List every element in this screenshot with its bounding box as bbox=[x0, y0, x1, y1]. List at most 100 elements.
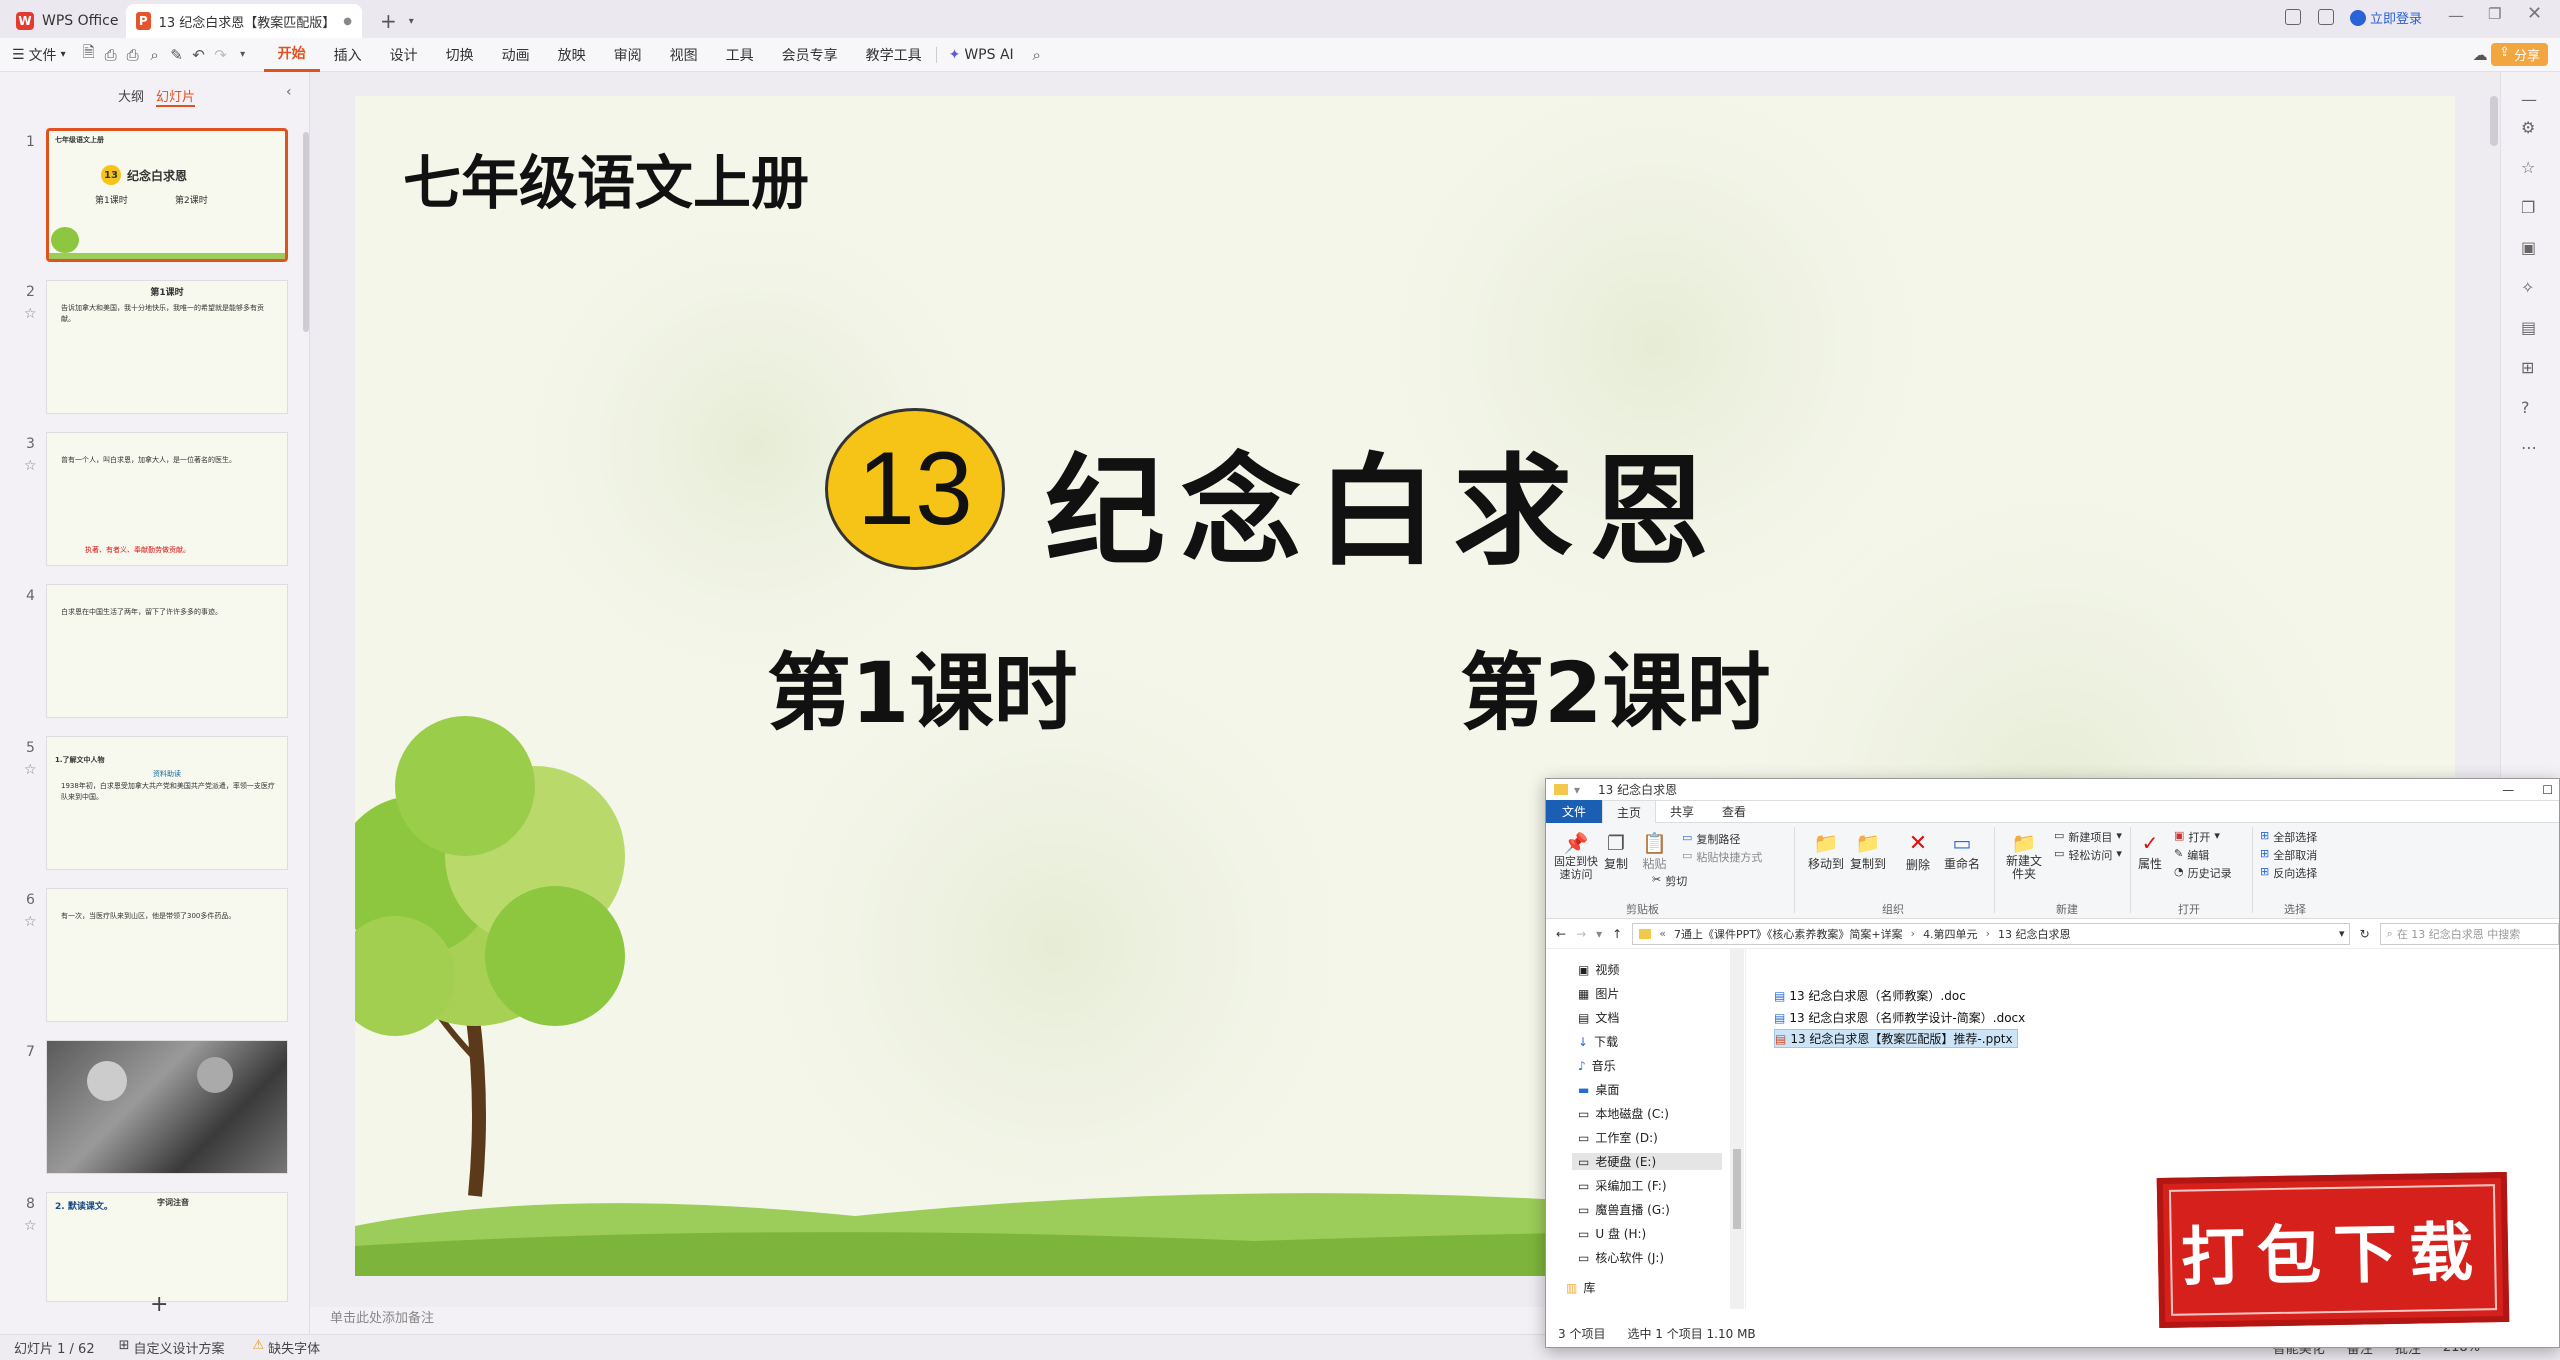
cut-button[interactable]: ✂ 剪切 bbox=[1652, 873, 1687, 889]
missing-font-button[interactable]: ⚠ 缺失字体 bbox=[253, 1338, 321, 1357]
star-icon[interactable]: ☆ bbox=[24, 762, 37, 778]
search-icon[interactable]: ⌕ bbox=[1026, 44, 1048, 66]
undo-icon[interactable]: ↶ bbox=[188, 44, 210, 66]
add-slide-button[interactable]: + bbox=[150, 1292, 168, 1317]
design-scheme-button[interactable]: ⊞ 自定义设计方案 bbox=[119, 1338, 225, 1357]
star-icon[interactable]: ☆ bbox=[24, 306, 37, 322]
explorer-tab-view[interactable]: 查看 bbox=[1708, 800, 1760, 823]
refresh-icon[interactable]: ↻ bbox=[2360, 927, 2370, 941]
print-icon[interactable]: ⎙ bbox=[122, 44, 144, 66]
properties-button[interactable]: ✓ 属性 bbox=[2138, 831, 2162, 872]
path-segment[interactable]: 7通上《课件PPT》《核心素养教案》简案+详案 bbox=[1674, 926, 1903, 942]
tab-slideshow[interactable]: 放映 bbox=[544, 38, 600, 72]
chevron-down-icon[interactable]: ▾ bbox=[232, 44, 254, 66]
path-segment[interactable]: 4.第四单元 bbox=[1923, 926, 1978, 942]
redo-icon[interactable]: ↷ bbox=[210, 44, 232, 66]
history-button[interactable]: ◔ 历史记录 bbox=[2174, 865, 2232, 881]
nav-downloads[interactable]: ↓ 下载 bbox=[1578, 1033, 1618, 1050]
explorer-search-input[interactable]: ⌕ 在 13 纪念白求恩 中搜索 bbox=[2379, 922, 2559, 945]
nav-scroll-thumb[interactable] bbox=[1733, 1149, 1741, 1229]
edit-button[interactable]: ✎ 编辑 bbox=[2174, 847, 2209, 863]
file-menu[interactable]: ☰ 文件 ▾ bbox=[0, 45, 78, 65]
panel-scrollbar[interactable] bbox=[303, 132, 309, 332]
file-item[interactable]: ▤ 13 纪念白求恩（名师教案）.doc bbox=[1774, 987, 1966, 1004]
new-item-button[interactable]: ▭ 新建项目 ▾ bbox=[2054, 829, 2122, 845]
quick-access-icon[interactable]: ▾ bbox=[1574, 783, 1580, 797]
slide-thumbnail-8[interactable]: 2. 默读课文。 字词注音 bbox=[46, 1192, 288, 1302]
lesson-title[interactable]: 纪念白求恩 bbox=[1045, 414, 1725, 588]
lesson-1-link[interactable]: 第1课时 bbox=[767, 626, 1077, 747]
slide-thumbnail-1[interactable]: 七年级语文上册 13 纪念白求恩 第1课时 第2课时 bbox=[46, 128, 288, 262]
nav-drive-e[interactable]: ▭ 老硬盘 (E:) bbox=[1572, 1153, 1722, 1170]
slide-thumbnail-3[interactable]: 曾有一个人，叫白求恩，加拿大人，是一位著名的医生。 执著、有者义、奉献勤劳做贡献… bbox=[46, 432, 288, 566]
nav-scrollbar[interactable] bbox=[1730, 949, 1744, 1309]
tab-document[interactable]: P 13 纪念白求恩【教案匹配版】 ● bbox=[126, 4, 362, 38]
forward-arrow-icon[interactable]: → bbox=[1576, 927, 1586, 941]
chevron-down-icon[interactable]: ▾ bbox=[2339, 927, 2345, 940]
nav-drive-h[interactable]: ▭ U 盘 (H:) bbox=[1578, 1225, 1646, 1242]
slide-thumbnail-7[interactable] bbox=[46, 1040, 288, 1174]
layout-icon[interactable] bbox=[2285, 9, 2301, 25]
notes-placeholder[interactable]: 单击此处添加备注 bbox=[330, 1307, 434, 1326]
tab-view[interactable]: 视图 bbox=[656, 38, 712, 72]
select-all-button[interactable]: ⊞ 全部选择 bbox=[2260, 829, 2317, 845]
close-button[interactable]: ✕ bbox=[2527, 3, 2542, 24]
recent-chevron-icon[interactable]: ▾ bbox=[1596, 927, 1602, 941]
tab-home[interactable]: 开始 bbox=[263, 38, 320, 72]
back-arrow-icon[interactable]: ← bbox=[1556, 927, 1566, 941]
tab-wps-office[interactable]: W WPS Office bbox=[6, 4, 129, 38]
move-to-button[interactable]: 📁 移动到 bbox=[1808, 831, 1844, 872]
minimize-button[interactable]: — bbox=[2502, 783, 2514, 797]
preview-icon[interactable]: ⌕ bbox=[144, 44, 166, 66]
copy-button[interactable]: ❐ 复制 bbox=[1604, 831, 1628, 872]
nav-music[interactable]: ♪ 音乐 bbox=[1578, 1057, 1616, 1074]
star-icon[interactable]: ☆ bbox=[24, 914, 37, 930]
slide-thumbnail-5[interactable]: 1.了解文中人物 资料助读 1938年初，白求恩受加拿大共产党和美国共产党派遣，… bbox=[46, 736, 288, 870]
maximize-button[interactable]: ☐ bbox=[2542, 783, 2553, 797]
tab-animation[interactable]: 动画 bbox=[488, 38, 544, 72]
file-item-selected[interactable]: ▤ 13 纪念白求恩【教案匹配版】推荐-.pptx bbox=[1774, 1029, 2018, 1048]
file-item[interactable]: ▤ 13 纪念白求恩（名师教学设计-简案）.docx bbox=[1774, 1009, 2025, 1026]
path-segment[interactable]: 13 纪念白求恩 bbox=[1998, 926, 2071, 942]
nav-libraries[interactable]: ▥ 库 bbox=[1566, 1279, 1595, 1296]
wps-ai-button[interactable]: ✦ WPS AI bbox=[935, 46, 1026, 63]
slide-thumbnail-4[interactable]: 白求恩在中国生活了两年，留下了许许多多的事迹。 bbox=[46, 584, 288, 718]
tab-member[interactable]: 会员专享 bbox=[768, 38, 852, 72]
nav-drive-f[interactable]: ▭ 采编加工 (F:) bbox=[1578, 1177, 1667, 1194]
help-icon[interactable]: ? bbox=[2521, 398, 2530, 417]
slide-thumbnail-2[interactable]: 第1课时 告诉加拿大和美国，我十分地快乐，我唯一的希望就是能够多有贡献。 bbox=[46, 280, 288, 414]
invert-selection-button[interactable]: ⊞ 反向选择 bbox=[2260, 865, 2317, 881]
maximize-button[interactable]: ❐ bbox=[2488, 5, 2501, 23]
star-icon[interactable]: ☆ bbox=[24, 458, 37, 474]
lesson-2-link[interactable]: 第2课时 bbox=[1460, 626, 1770, 747]
share-button[interactable]: ⇪ 分享 bbox=[2491, 43, 2548, 66]
copy-to-button[interactable]: 📁 复制到 bbox=[1850, 831, 1886, 872]
explorer-tab-share[interactable]: 共享 bbox=[1656, 800, 1708, 823]
tab-teaching-tools[interactable]: 教学工具 bbox=[852, 38, 936, 72]
paste-shortcut-button[interactable]: ▭ 粘贴快捷方式 bbox=[1682, 849, 1762, 865]
nav-drive-j[interactable]: ▭ 核心软件 (J:) bbox=[1578, 1249, 1664, 1266]
export-icon[interactable]: ⎙ bbox=[100, 44, 122, 66]
grade-label[interactable]: 七年级语文上册 bbox=[403, 136, 809, 220]
save-icon[interactable]: 🗎 bbox=[78, 43, 100, 66]
more-icon[interactable]: ⋯ bbox=[2521, 438, 2537, 457]
tab-tools[interactable]: 工具 bbox=[712, 38, 768, 72]
rename-button[interactable]: ▭ 重命名 bbox=[1944, 831, 1980, 872]
chevron-down-icon[interactable]: ▾ bbox=[409, 16, 414, 27]
tab-review[interactable]: 审阅 bbox=[600, 38, 656, 72]
image-icon[interactable]: ▣ bbox=[2521, 238, 2536, 257]
nav-drive-c[interactable]: ▭ 本地磁盘 (C:) bbox=[1578, 1105, 1669, 1122]
pin-quick-access-button[interactable]: 📌 固定到快速访问 bbox=[1552, 831, 1600, 881]
delete-button[interactable]: ✕ 删除 bbox=[1906, 831, 1930, 873]
tab-design[interactable]: 设计 bbox=[376, 38, 432, 72]
new-tab-button[interactable]: + ▾ bbox=[370, 4, 424, 38]
format-painter-icon[interactable]: ✎ bbox=[166, 44, 188, 66]
new-folder-button[interactable]: 📁 新建文件夹 bbox=[2004, 831, 2044, 881]
copy-icon[interactable]: ❐ bbox=[2521, 198, 2535, 217]
book-icon[interactable]: ▤ bbox=[2521, 318, 2536, 337]
star-icon[interactable]: ☆ bbox=[24, 1218, 37, 1234]
slide-thumbnail-6[interactable]: 有一次，当医疗队来到山区，他是带领了300多件药品。 bbox=[46, 888, 288, 1022]
address-bar[interactable]: « 7通上《课件PPT》《核心素养教案》简案+详案 › 4.第四单元 › 13 … bbox=[1632, 922, 2350, 945]
collapse-panel-icon[interactable]: ‹ bbox=[286, 84, 292, 100]
open-button[interactable]: ▣ 打开 ▾ bbox=[2174, 829, 2220, 845]
